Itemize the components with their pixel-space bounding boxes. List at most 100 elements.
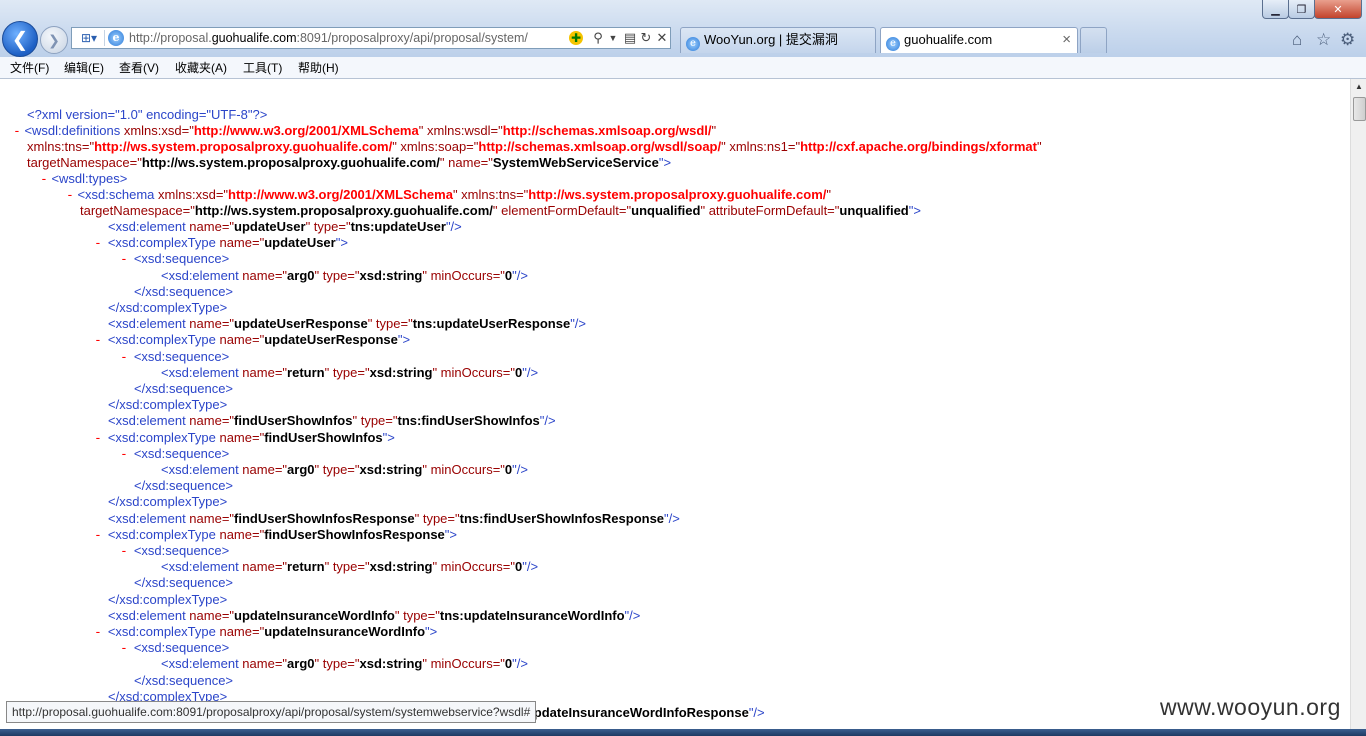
xml-tag-end: "/> bbox=[522, 365, 539, 380]
xml-tag: </xsd:sequence> bbox=[134, 381, 234, 396]
xml-tag: <xsd:element bbox=[161, 559, 243, 574]
menu-view[interactable]: 查看(V) bbox=[119, 59, 159, 76]
collapse-toggle[interactable]: - bbox=[120, 641, 128, 656]
xml-tag: <xsd:complexType bbox=[107, 527, 220, 542]
xml-line: xmlns:tns="http://ws.system.proposalprox… bbox=[27, 139, 1042, 155]
xml-line: </xsd:complexType> bbox=[108, 592, 227, 608]
compat-page-icon[interactable]: ▤ bbox=[623, 30, 637, 46]
menu-help[interactable]: 帮助(H) bbox=[298, 59, 339, 76]
xml-tag: </xsd:complexType> bbox=[108, 592, 228, 607]
xml-tag: </xsd:sequence> bbox=[134, 575, 234, 590]
xml-tag-end: "/> bbox=[624, 608, 641, 623]
xml-attr-value: xsd:string bbox=[359, 656, 423, 671]
collapse-toggle[interactable]: - bbox=[94, 625, 102, 640]
favorites-star-icon[interactable]: ☆ bbox=[1316, 30, 1331, 50]
dropdown-arrow-icon[interactable]: ▼ bbox=[608, 30, 618, 46]
refresh-icon[interactable]: ↻ bbox=[639, 30, 653, 46]
xml-attr-value: unqualified bbox=[839, 203, 909, 218]
xml-attr-name: " type=" bbox=[305, 219, 351, 234]
xml-attr-value: return bbox=[287, 559, 325, 574]
xml-line: targetNamespace="http://ws.system.propos… bbox=[80, 203, 921, 219]
gear-icon[interactable]: ⚙ bbox=[1340, 30, 1355, 50]
search-icon[interactable]: ⚲ bbox=[590, 30, 606, 46]
xml-attr-name: name=" bbox=[189, 316, 235, 331]
forward-arrow-icon: ❯ bbox=[48, 31, 60, 48]
xml-attr-value: tns:findUserShowInfosResponse bbox=[459, 511, 665, 526]
collapse-toggle[interactable]: - bbox=[120, 252, 128, 267]
stop-icon[interactable]: ✕ bbox=[655, 30, 669, 46]
xml-attr-value: findUserShowInfosResponse bbox=[234, 511, 415, 526]
menu-tools[interactable]: 工具(T) bbox=[243, 59, 282, 76]
ie-tab-icon: e bbox=[886, 37, 900, 51]
collapse-toggle[interactable]: - bbox=[120, 350, 128, 365]
xml-line: - <xsd:schema xmlns:xsd="http://www.w3.o… bbox=[66, 187, 831, 204]
back-button[interactable]: ❮ bbox=[2, 21, 38, 57]
xml-line: - <wsdl:definitions xmlns:xsd="http://ww… bbox=[13, 123, 716, 140]
xml-attr-value: updateUser bbox=[264, 235, 336, 250]
collapse-toggle[interactable]: - bbox=[94, 236, 102, 251]
collapse-toggle[interactable]: - bbox=[94, 333, 102, 348]
menu-edit[interactable]: 编辑(E) bbox=[64, 59, 104, 76]
xml-line: - <xsd:sequence> bbox=[120, 543, 229, 560]
xml-attr-name: name=" bbox=[242, 462, 288, 477]
xml-line: - <xsd:complexType name="findUserShowInfo… bbox=[94, 430, 395, 447]
collapse-toggle[interactable]: - bbox=[94, 431, 102, 446]
xml-tag-end: "> bbox=[658, 155, 672, 170]
collapse-toggle[interactable]: - bbox=[94, 528, 102, 543]
xml-attr-name: targetNamespace=" bbox=[27, 155, 142, 170]
xml-tag-end: "/> bbox=[512, 462, 528, 477]
xml-line: </xsd:complexType> bbox=[108, 397, 227, 413]
collapse-toggle[interactable]: - bbox=[40, 172, 48, 187]
address-bar[interactable]: ⊞▾ e http://proposal.guohualife.com:8091… bbox=[71, 27, 671, 49]
xml-attr-end: " bbox=[1037, 139, 1042, 154]
xml-attr-value: xsd:string bbox=[359, 268, 423, 283]
xml-attr-name: name=" bbox=[242, 268, 288, 283]
xml-tag-end: "> bbox=[382, 430, 395, 445]
xml-attr-value: http://schemas.xmlsoap.org/wsdl/soap/ bbox=[478, 139, 722, 154]
xml-line: - <xsd:complexType name="updateInsuranceW… bbox=[94, 624, 437, 641]
collapse-toggle[interactable]: - bbox=[66, 188, 74, 203]
tab-title: guohualife.com bbox=[904, 32, 993, 47]
xml-attr-name: " xmlns:soap=" bbox=[392, 139, 479, 154]
xml-attr-value: http://www.w3.org/2001/XMLSchema bbox=[193, 123, 419, 138]
xml-attr-name: name=" bbox=[189, 219, 235, 234]
menu-file[interactable]: 文件(F) bbox=[10, 59, 49, 76]
forward-button[interactable]: ❯ bbox=[40, 26, 68, 54]
status-link-preview: http://proposal.guohualife.com:8091/prop… bbox=[6, 701, 537, 723]
compatibility-view-icon[interactable]: ⊞▾ bbox=[74, 30, 105, 46]
xml-attr-name: " attributeFormDefault=" bbox=[700, 203, 840, 218]
menu-favorites[interactable]: 收藏夹(A) bbox=[175, 59, 227, 76]
collapse-toggle[interactable]: - bbox=[13, 124, 21, 139]
new-tab-button[interactable] bbox=[1080, 27, 1107, 53]
url-prefix: http://proposal. bbox=[129, 31, 212, 45]
xml-tag: <xsd:element bbox=[108, 219, 190, 234]
vertical-scrollbar[interactable]: ▲ bbox=[1350, 79, 1366, 736]
xml-attr-value: http://cxf.apache.org/bindings/xformat bbox=[800, 139, 1037, 154]
xml-attr-value: findUserShowInfos bbox=[264, 430, 383, 445]
tab-wooyun[interactable]: e WooYun.org | 提交漏洞 bbox=[680, 27, 876, 53]
xml-attr-name: name=" bbox=[219, 332, 265, 347]
collapse-toggle[interactable]: - bbox=[120, 447, 128, 462]
scroll-thumb[interactable] bbox=[1353, 97, 1366, 121]
xml-line: <xsd:element name="findUserShowInfos" ty… bbox=[108, 413, 556, 429]
addon-icon[interactable]: ✚ bbox=[567, 30, 585, 46]
xml-attr-end: " bbox=[711, 123, 717, 138]
tab-close-icon[interactable]: × bbox=[1062, 28, 1071, 52]
close-window-button[interactable]: ✕ bbox=[1314, 0, 1362, 19]
address-url[interactable]: http://proposal.guohualife.com:8091/prop… bbox=[129, 31, 564, 45]
xml-attr-value: http://ws.system.proposalproxy.guohualif… bbox=[94, 139, 393, 154]
xml-tag: <xsd:element bbox=[161, 656, 243, 671]
xml-attr-name: " type=" bbox=[414, 511, 460, 526]
xml-tag-end: "> bbox=[425, 624, 438, 639]
collapse-toggle[interactable]: - bbox=[120, 544, 128, 559]
xml-attr-name: " xmlns:wsdl=" bbox=[418, 123, 503, 138]
maximize-button[interactable]: ❐ bbox=[1288, 0, 1315, 19]
home-icon[interactable]: ⌂ bbox=[1292, 30, 1302, 50]
scroll-up-icon[interactable]: ▲ bbox=[1351, 79, 1366, 95]
tab-guohualife[interactable]: e guohualife.com × bbox=[880, 27, 1078, 53]
minimize-button[interactable]: ▁ bbox=[1262, 0, 1289, 19]
xml-tag: <xsd:element bbox=[108, 413, 190, 428]
xml-tag: </xsd:complexType> bbox=[108, 494, 228, 509]
watermark: www.wooyun.org bbox=[1160, 694, 1341, 721]
xml-tag: </xsd:sequence> bbox=[134, 478, 234, 493]
